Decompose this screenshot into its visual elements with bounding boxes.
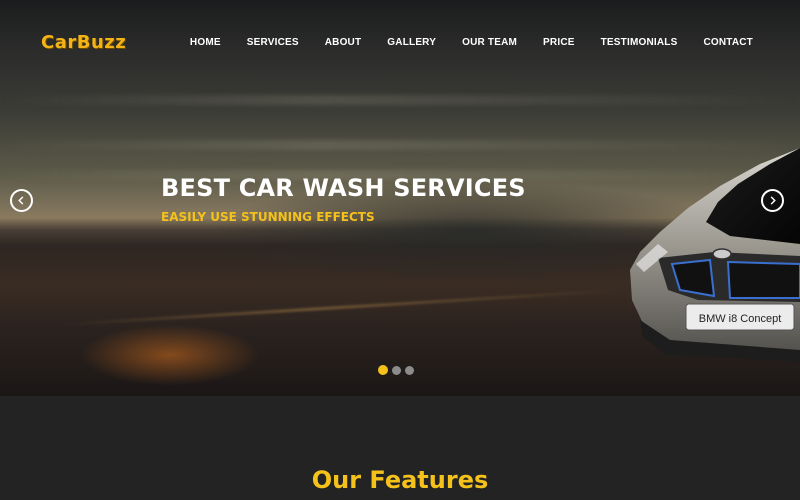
nav-gallery[interactable]: GALLERY <box>387 37 436 48</box>
navbar: CarBuzz HOME SERVICES ABOUT GALLERY OUR … <box>0 0 800 86</box>
brand-logo[interactable]: CarBuzz <box>41 32 126 53</box>
sky-streak <box>0 95 800 105</box>
chevron-left-icon <box>18 196 24 205</box>
license-plate: BMW i8 Concept <box>699 313 782 325</box>
hero-subtitle: EASILY USE STUNNING EFFECTS <box>161 210 375 224</box>
nav-services[interactable]: SERVICES <box>247 37 299 48</box>
nav-testimonials[interactable]: TESTIMONIALS <box>601 37 678 48</box>
nav-our-team[interactable]: OUR TEAM <box>462 37 517 48</box>
nav-menu: HOME SERVICES ABOUT GALLERY OUR TEAM PRI… <box>190 37 753 48</box>
slider-dot-1[interactable] <box>378 365 388 375</box>
slider-prev-button[interactable] <box>10 189 33 212</box>
car-image: BMW i8 Concept <box>630 148 800 362</box>
nav-price[interactable]: PRICE <box>543 37 575 48</box>
slider-pagination <box>378 365 414 375</box>
nav-about[interactable]: ABOUT <box>325 37 362 48</box>
slider-dot-3[interactable] <box>405 365 414 375</box>
hero-title: BEST CAR WASH SERVICES <box>161 174 526 202</box>
nav-home[interactable]: HOME <box>190 37 221 48</box>
nav-contact[interactable]: CONTACT <box>703 37 753 48</box>
slider-next-button[interactable] <box>761 189 784 212</box>
features-section-title: Our Features <box>311 466 489 494</box>
chevron-right-icon <box>770 196 776 205</box>
road-light-trail <box>60 288 620 327</box>
slider-dot-2[interactable] <box>392 365 401 375</box>
